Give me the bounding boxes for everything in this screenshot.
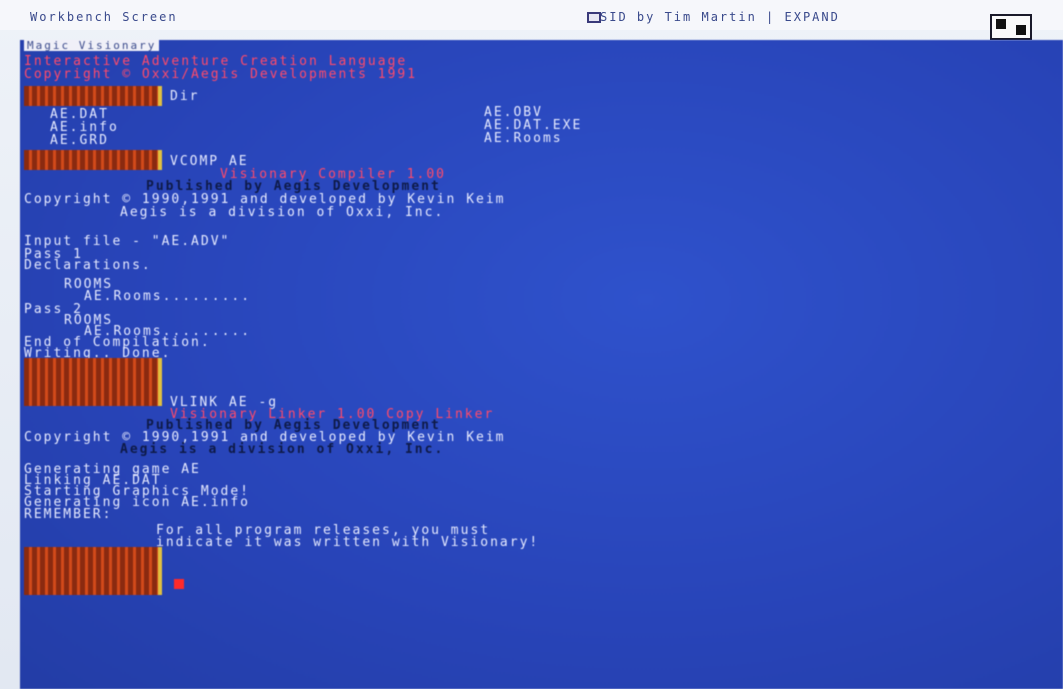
screen-titlebar[interactable]: Workbench Screen SID by Tim Martin | EXP… (0, 0, 1063, 40)
depth-gadget-icon[interactable] (990, 14, 1032, 40)
zoom-gadget-icon[interactable] (587, 12, 601, 23)
header-line-2: Copyright © Oxxi/Aegis Developments 1991 (24, 67, 418, 82)
dir-entry: AE.GRD (50, 133, 109, 148)
screen-title: Workbench Screen (30, 10, 178, 24)
text-cursor (174, 579, 184, 589)
declarations-line: Declarations. (24, 258, 152, 273)
shell-prompt (24, 86, 162, 106)
division-line: Aegis is a division of Oxxi, Inc. (120, 442, 445, 457)
dir-entry: AE.Rooms (484, 131, 563, 146)
remember-label: REMEMBER: (24, 507, 113, 522)
shell-prompt (24, 547, 162, 595)
shell-prompt (24, 150, 162, 170)
titlebar-status-text: SID by Tim Martin | EXPAND (600, 10, 840, 24)
division-line: Aegis is a division of Oxxi, Inc. (120, 205, 445, 220)
release-message-line: indicate it was written with Visionary! (156, 535, 540, 550)
dir-command: Dir (170, 89, 200, 104)
console-window-title[interactable]: Magic Visionary (24, 40, 160, 51)
rooms-file-line: AE.Rooms......... (84, 289, 252, 304)
amiga-workbench-screen: Workbench Screen SID by Tim Martin | EXP… (0, 0, 1063, 689)
shell-prompt (24, 358, 162, 406)
console-window[interactable]: Magic Visionary Interactive Adventure Cr… (20, 40, 1063, 689)
